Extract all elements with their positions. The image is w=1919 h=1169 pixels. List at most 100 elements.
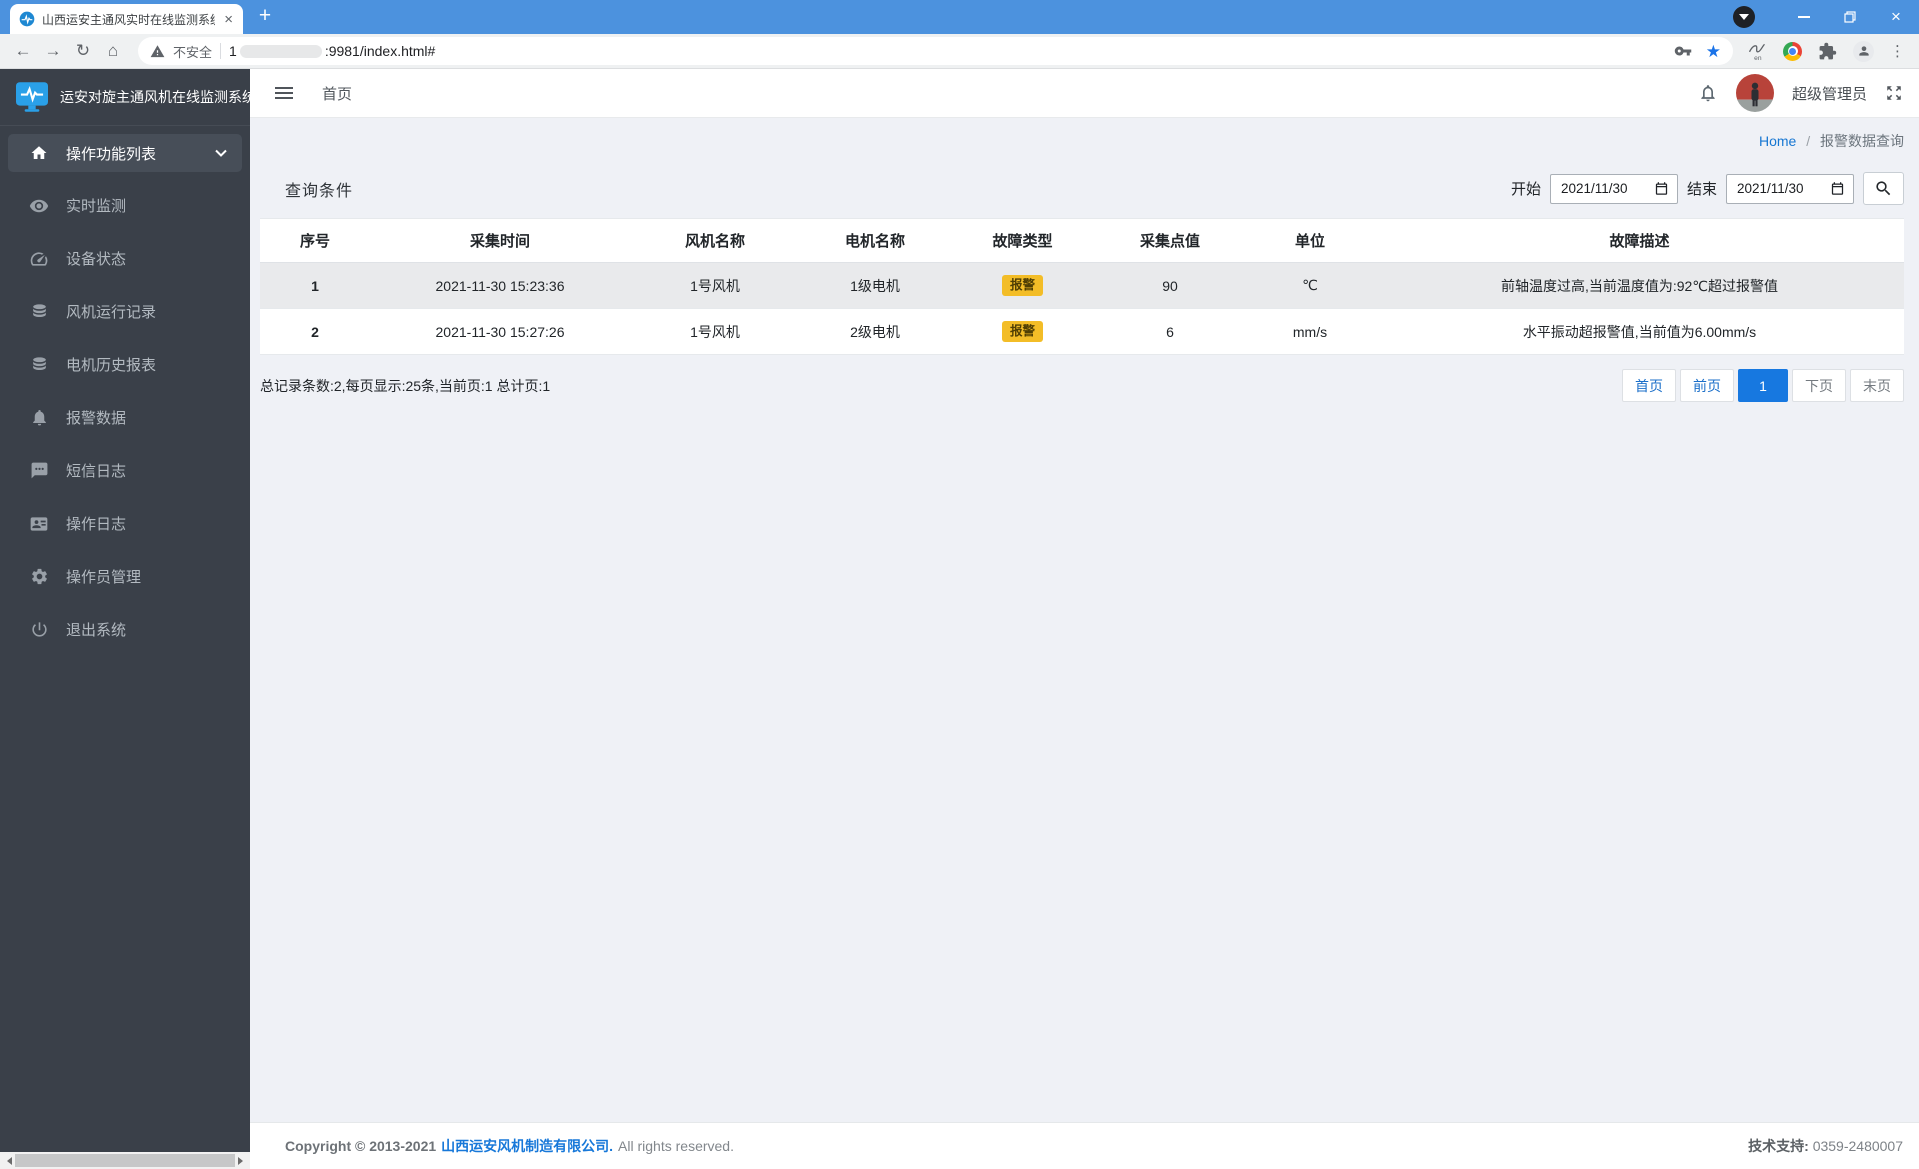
col-motor: 电机名称 — [800, 218, 950, 263]
record-summary: 总记录条数:2,每页显示:25条,当前页:1 总计页:1 — [260, 377, 551, 394]
col-value: 采集点值 — [1095, 218, 1245, 263]
address-bar[interactable]: 不安全 1 :9981/index.html# ★ — [138, 37, 1733, 65]
browser-toolbar: ← → ↻ ⌂ 不安全 1 :9981/index.html# ★ en ⋮ — [0, 34, 1919, 69]
main-column: 首页 超级管理员 Home / 报警数据查询 查询条件 开始 2021/11/3… — [250, 69, 1919, 1169]
browser-menu-icon[interactable]: ⋮ — [1890, 42, 1905, 60]
start-date-input[interactable]: 2021/11/30 — [1549, 173, 1678, 204]
omnibox-divider — [220, 43, 222, 59]
start-date-label: 开始 — [1510, 181, 1541, 198]
window-minimize-button[interactable] — [1781, 0, 1827, 34]
back-button[interactable]: ← — [8, 36, 38, 66]
sidebar-column: 运安对旋主通风机在线监测系统 操作功能列表 实时监测 设备状态 风机运行记录 电… — [0, 69, 250, 1169]
alarm-data-table: 序号 采集时间 风机名称 电机名称 故障类型 采集点值 单位 故障描述 1 20… — [260, 218, 1904, 355]
tab-title: 山西运安主通风实时在线监测系统 — [42, 12, 216, 27]
scroll-right-icon[interactable] — [235, 1152, 250, 1169]
tab-favicon-icon — [19, 11, 35, 27]
horizontal-scrollbar[interactable] — [0, 1152, 250, 1169]
extensions-puzzle-icon[interactable] — [1818, 42, 1837, 61]
page-content: Home / 报警数据查询 查询条件 开始 2021/11/30 结束 2021… — [250, 118, 1919, 1122]
footer: Copyright © 2013-2021 山西运安风机制造有限公司. All … — [250, 1122, 1919, 1169]
database-icon — [29, 302, 49, 321]
new-tab-button[interactable]: + — [251, 2, 279, 30]
menu-toggle-icon[interactable] — [273, 83, 295, 103]
page-prev-button[interactable]: 前页 — [1680, 369, 1734, 402]
query-condition-bar: 查询条件 开始 2021/11/30 结束 2021/11/30 — [260, 172, 1904, 205]
browser-tab-bar: 山西运安主通风实时在线监测系统 × + × — [0, 0, 1919, 34]
sidebar-item-realtime-monitor[interactable]: 实时监测 — [0, 179, 250, 232]
window-restore-button[interactable] — [1827, 0, 1873, 34]
url-text: 1 :9981/index.html# — [229, 43, 436, 59]
forward-button[interactable]: → — [38, 36, 68, 66]
sidebar-item-operation-log[interactable]: 操作日志 — [0, 497, 250, 550]
browser-home-button[interactable]: ⌂ — [98, 36, 128, 66]
col-fan: 风机名称 — [630, 218, 800, 263]
sidebar-item-logout[interactable]: 退出系统 — [0, 603, 250, 656]
table-header-row: 序号 采集时间 风机名称 电机名称 故障类型 采集点值 单位 故障描述 — [260, 218, 1904, 263]
gear-icon — [29, 567, 49, 586]
reload-button[interactable]: ↻ — [68, 36, 98, 66]
sidebar-item-device-status[interactable]: 设备状态 — [0, 232, 250, 285]
sidebar-item-function-list[interactable]: 操作功能列表 — [8, 134, 242, 172]
table-row[interactable]: 1 2021-11-30 15:23:36 1号风机 1级电机 报警 90 ℃ … — [260, 262, 1904, 309]
copyright-text: Copyright © 2013-2021 — [285, 1138, 437, 1154]
sidebar-item-fan-run-records[interactable]: 风机运行记录 — [0, 285, 250, 338]
scroll-left-icon[interactable] — [0, 1152, 15, 1169]
page-1-button[interactable]: 1 — [1738, 369, 1788, 402]
company-link[interactable]: 山西运安风机制造有限公司. — [441, 1136, 613, 1156]
avatar[interactable] — [1735, 74, 1774, 112]
query-title: 查询条件 — [285, 182, 354, 200]
search-button[interactable] — [1863, 172, 1904, 205]
password-key-icon[interactable] — [1674, 42, 1692, 60]
sidebar-item-motor-history-report[interactable]: 电机历史报表 — [0, 338, 250, 391]
chat-icon — [29, 461, 49, 480]
chrome-logo-icon[interactable] — [1783, 41, 1802, 61]
chevron-down-icon — [215, 149, 227, 157]
end-date-input[interactable]: 2021/11/30 — [1726, 173, 1854, 204]
tab-close-icon[interactable]: × — [222, 12, 235, 27]
browser-tab[interactable]: 山西运安主通风实时在线监测系统 × — [10, 4, 243, 34]
pagination-bar: 总记录条数:2,每页显示:25条,当前页:1 总计页:1 首页 前页 1 下页 … — [260, 369, 1904, 402]
sidebar-item-operator-management[interactable]: 操作员管理 — [0, 550, 250, 603]
bookmark-star-icon[interactable]: ★ — [1706, 43, 1721, 60]
calendar-icon[interactable] — [1830, 181, 1845, 196]
top-header: 首页 超级管理员 — [250, 69, 1919, 118]
scrollbar-thumb[interactable] — [15, 1154, 235, 1167]
page-last-button[interactable]: 末页 — [1850, 369, 1904, 402]
tech-support: 技术支持: 0359-2480007 — [1748, 1138, 1903, 1154]
browser-profile-icon[interactable] — [1853, 40, 1874, 62]
fullscreen-icon[interactable] — [1885, 84, 1903, 102]
sidebar-nav: 操作功能列表 实时监测 设备状态 风机运行记录 电机历史报表 报警数据 短信日志… — [0, 126, 250, 656]
page-next-button[interactable]: 下页 — [1792, 369, 1846, 402]
gauge-icon — [29, 249, 49, 269]
eye-icon — [29, 196, 49, 216]
breadcrumb-home-link[interactable]: Home — [1759, 133, 1796, 149]
sidebar-item-alarm-data[interactable]: 报警数据 — [0, 391, 250, 444]
bell-icon — [29, 408, 49, 427]
current-user-label[interactable]: 超级管理员 — [1792, 83, 1867, 104]
breadcrumb: Home / 报警数据查询 — [1758, 133, 1904, 149]
table-row[interactable]: 2 2021-11-30 15:27:26 1号风机 2级电机 报警 6 mm/… — [260, 308, 1904, 355]
notification-bell-icon[interactable] — [1698, 83, 1718, 103]
col-seq: 序号 — [260, 218, 370, 263]
sidebar-item-sms-log[interactable]: 短信日志 — [0, 444, 250, 497]
power-icon — [29, 620, 49, 639]
search-icon — [1874, 179, 1893, 198]
svg-text:en: en — [1754, 55, 1762, 62]
browser-update-icon[interactable] — [1733, 6, 1755, 28]
window-close-button[interactable]: × — [1873, 0, 1919, 34]
rights-text: All rights reserved. — [618, 1138, 734, 1154]
calendar-icon[interactable] — [1654, 181, 1669, 196]
not-secure-warning-icon — [150, 44, 165, 59]
end-date-label: 结束 — [1686, 181, 1717, 198]
col-time: 采集时间 — [370, 218, 630, 263]
sidebar: 运安对旋主通风机在线监测系统 操作功能列表 实时监测 设备状态 风机运行记录 电… — [0, 69, 250, 1152]
app-brand: 运安对旋主通风机在线监测系统 — [0, 69, 250, 126]
col-unit: 单位 — [1245, 218, 1375, 263]
redacted-ip-blur — [239, 44, 322, 58]
col-fault-type: 故障类型 — [950, 218, 1095, 263]
breadcrumb-current: 报警数据查询 — [1820, 133, 1904, 149]
app-logo-icon — [14, 81, 50, 113]
translate-extension-icon[interactable]: en — [1747, 40, 1767, 62]
tab-home[interactable]: 首页 — [322, 83, 352, 104]
page-first-button[interactable]: 首页 — [1622, 369, 1676, 402]
